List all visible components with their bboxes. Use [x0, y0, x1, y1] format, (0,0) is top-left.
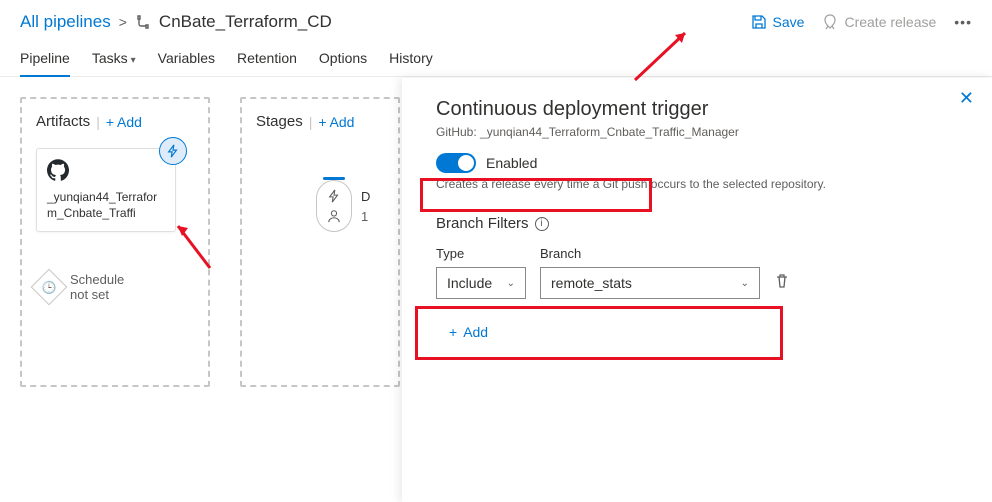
type-value: Include	[447, 275, 492, 291]
tab-tasks-label: Tasks	[92, 50, 128, 66]
artifacts-title: Artifacts	[36, 113, 90, 130]
stages-add-button[interactable]: + Add	[318, 114, 354, 130]
schedule-row[interactable]: 🕒 Schedule not set	[36, 272, 194, 302]
breadcrumb-root[interactable]: All pipelines	[20, 12, 111, 32]
type-label: Type	[436, 246, 526, 261]
pipeline-def-icon	[135, 14, 151, 30]
page-title: CnBate_Terraform_CD	[159, 12, 332, 32]
branch-label: Branch	[540, 246, 760, 261]
cd-trigger-button[interactable]	[159, 137, 187, 165]
tab-pipeline[interactable]: Pipeline	[20, 40, 70, 76]
close-button[interactable]: ✕	[959, 88, 974, 109]
artifact-card[interactable]: _yunqian44_Terraform_Cnbate_Traffi	[36, 148, 176, 232]
rocket-icon	[822, 14, 838, 30]
clock-icon: 🕒	[31, 269, 68, 306]
info-icon[interactable]: i	[535, 217, 549, 231]
create-release-label: Create release	[844, 14, 936, 30]
lightning-icon	[327, 189, 341, 203]
plus-icon: +	[106, 114, 114, 130]
tab-options[interactable]: Options	[319, 40, 367, 76]
chevron-down-icon: ▾	[131, 55, 136, 66]
delete-filter-button[interactable]	[774, 273, 790, 299]
branch-filter-row: Type Include ⌄ Branch remote_stats ⌄	[436, 246, 958, 299]
artifacts-add-button[interactable]: + Add	[106, 114, 142, 130]
plus-icon: +	[449, 324, 457, 340]
stages-title: Stages	[256, 113, 303, 130]
user-icon	[327, 209, 341, 223]
artifact-name: _yunqian44_Terraform_Cnbate_Traffi	[47, 190, 165, 221]
cd-trigger-flyout: ✕ Continuous deployment trigger GitHub: …	[402, 78, 992, 502]
save-icon	[751, 14, 767, 30]
divider: |	[96, 114, 100, 130]
tab-tasks[interactable]: Tasks▾	[92, 40, 136, 76]
tabs: Pipeline Tasks▾ Variables Retention Opti…	[0, 40, 992, 77]
schedule-label-2: not set	[70, 287, 124, 302]
tab-variables[interactable]: Variables	[158, 40, 215, 76]
header-actions: Save Create release •••	[751, 14, 972, 30]
flyout-subtitle: GitHub: _yunqian44_Terraform_Cnbate_Traf…	[436, 125, 958, 139]
add-filter-label: Add	[463, 324, 488, 340]
schedule-label-1: Schedule	[70, 272, 124, 287]
branch-filters-heading: Branch Filters	[436, 215, 529, 232]
tab-history[interactable]: History	[389, 40, 433, 76]
add-filter-button[interactable]: + Add	[436, 317, 501, 347]
breadcrumb: All pipelines > CnBate_Terraform_CD	[20, 12, 751, 32]
type-select[interactable]: Include ⌄	[436, 267, 526, 299]
artifacts-add-label: Add	[117, 114, 142, 130]
more-actions-button[interactable]: •••	[954, 14, 972, 30]
enabled-toggle[interactable]	[436, 153, 476, 173]
branch-value: remote_stats	[551, 275, 632, 291]
header: All pipelines > CnBate_Terraform_CD Save…	[0, 0, 992, 40]
chevron-down-icon: ⌄	[507, 278, 515, 289]
artifacts-panel: Artifacts | + Add _yunqian44_Terraform_C…	[20, 97, 210, 387]
stages-add-label: Add	[330, 114, 355, 130]
stage-node[interactable]: D 1	[316, 180, 352, 232]
stages-panel: Stages | + Add D 1	[240, 97, 400, 387]
flyout-title: Continuous deployment trigger	[436, 98, 958, 121]
save-button[interactable]: Save	[751, 14, 805, 30]
chevron-down-icon: ⌄	[741, 278, 749, 289]
create-release-button: Create release	[822, 14, 936, 30]
github-icon	[47, 159, 69, 181]
branch-select[interactable]: remote_stats ⌄	[540, 267, 760, 299]
stage-count: 1	[361, 209, 368, 224]
trash-icon	[774, 273, 790, 289]
plus-icon: +	[318, 114, 326, 130]
enabled-label: Enabled	[486, 155, 537, 171]
stage-name: D	[361, 189, 370, 204]
divider: |	[309, 114, 313, 130]
enabled-description: Creates a release every time a Git push …	[436, 177, 958, 191]
breadcrumb-separator: >	[119, 14, 127, 30]
lightning-icon	[166, 144, 180, 158]
tab-retention[interactable]: Retention	[237, 40, 297, 76]
save-label: Save	[773, 14, 805, 30]
